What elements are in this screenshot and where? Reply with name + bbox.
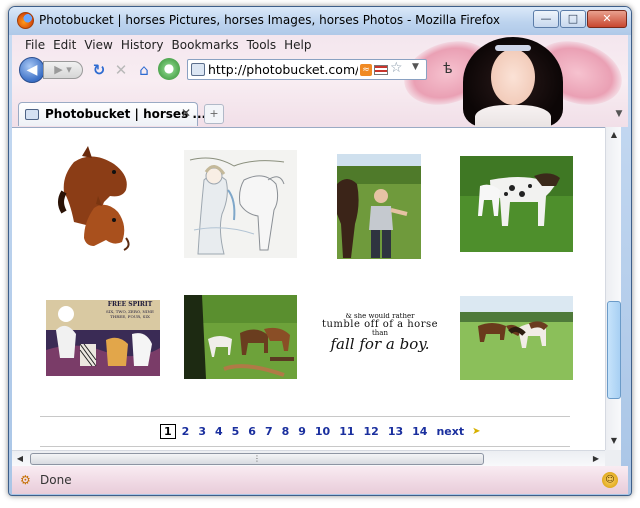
site-favicon-icon xyxy=(191,63,205,76)
horizontal-scrollbar[interactable]: ◀ ⋮ ▶ xyxy=(12,450,605,466)
forward-button[interactable]: ▶ ▾ xyxy=(43,61,83,79)
title-bar: Photobucket | horses Pictures, horses Im… xyxy=(9,7,631,35)
tab-strip: Photobucket | horses ... ✕ + ▼ xyxy=(12,99,628,127)
rss-icon[interactable]: ≈ xyxy=(360,64,372,76)
firefox-logo-icon xyxy=(17,12,34,29)
page-link-13[interactable]: 13 xyxy=(388,425,403,438)
back-button[interactable]: ◀ xyxy=(19,57,45,83)
url-dropdown-icon[interactable]: ▼ xyxy=(412,62,419,72)
tab-list-button[interactable]: ▼ xyxy=(612,105,626,123)
address-bar[interactable]: http://photobucket.com/image ≈ ☆ ▼ xyxy=(187,59,427,80)
face xyxy=(491,49,535,105)
poster-title: FREE SPIRIT xyxy=(107,301,153,308)
page-link-5[interactable]: 5 xyxy=(232,425,240,438)
next-page-link[interactable]: next xyxy=(436,425,464,438)
page-link-14[interactable]: 14 xyxy=(412,425,427,438)
divider-top xyxy=(40,416,570,417)
page-link-8[interactable]: 8 xyxy=(282,425,290,438)
url-text[interactable]: http://photobucket.com/image xyxy=(208,62,358,77)
window-title: Photobucket | horses Pictures, horses Im… xyxy=(39,13,501,27)
image-thumbnail-horse-heads[interactable] xyxy=(34,142,152,256)
appaloosa-horses-photo xyxy=(460,156,573,252)
window-controls: — □ ✕ xyxy=(533,10,627,28)
page-content: FREE SPIRIT SIX, TWO, ZERO, NINE THREE, … xyxy=(12,127,605,450)
poster-line2: THREE, FOUR, SIX xyxy=(110,314,150,319)
scroll-down-icon[interactable]: ▼ xyxy=(608,435,620,447)
tab-photobucket[interactable]: Photobucket | horses ... ✕ xyxy=(18,102,206,126)
status-addon-icon[interactable]: ☺ xyxy=(602,472,618,488)
tab-favicon-icon xyxy=(25,109,39,120)
forward-arrow-icon: ▶ ▾ xyxy=(54,63,72,76)
browser-window: Photobucket | horses Pictures, horses Im… xyxy=(8,6,632,496)
menu-bookmarks[interactable]: Bookmarks xyxy=(168,38,243,52)
page-current: 1 xyxy=(160,424,176,439)
flag-icon xyxy=(374,65,388,75)
minimize-button[interactable]: — xyxy=(533,10,559,28)
next-arrow-icon[interactable]: ➤ xyxy=(472,426,480,437)
plus-icon: + xyxy=(209,107,219,120)
reload-icon: ↻ xyxy=(92,61,106,79)
stop-button[interactable]: ✕ xyxy=(111,60,131,80)
navigation-toolbar: ◀ ▶ ▾ ↻ ✕ ⌂ ● http://photobucket.com/ima… xyxy=(19,57,453,87)
divider-bottom xyxy=(40,446,570,447)
scroll-left-icon[interactable]: ◀ xyxy=(14,453,26,465)
scrollbar-corner xyxy=(605,450,621,466)
menu-tools[interactable]: Tools xyxy=(243,38,281,52)
status-bar: ⚙ Done ☺ xyxy=(12,466,628,494)
grazing-horses-photo xyxy=(460,296,573,380)
close-button[interactable]: ✕ xyxy=(587,10,627,28)
menu-help[interactable]: Help xyxy=(280,38,315,52)
maximize-button[interactable]: □ xyxy=(560,10,586,28)
image-thumbnail-spotted-horses[interactable] xyxy=(460,156,573,252)
vertical-scroll-thumb[interactable] xyxy=(607,301,621,399)
back-arrow-icon: ◀ xyxy=(26,62,38,78)
menu-bar: File Edit View History Bookmarks Tools H… xyxy=(21,38,316,52)
pagination: 1 2 3 4 5 6 7 8 9 10 11 12 13 14 next ➤ xyxy=(160,424,481,439)
bookmark-star-icon[interactable]: ☆ xyxy=(390,60,403,76)
page-link-11[interactable]: 11 xyxy=(339,425,354,438)
boy-with-horse-photo xyxy=(337,154,421,259)
reload-button[interactable]: ↻ xyxy=(89,60,109,80)
image-thumbnail-princess-sketch[interactable] xyxy=(184,150,297,258)
page-link-6[interactable]: 6 xyxy=(248,425,256,438)
stop-icon: ✕ xyxy=(114,61,128,79)
horses-in-field-photo xyxy=(184,295,297,379)
vertical-scrollbar[interactable]: ▲ ▼ xyxy=(605,127,621,450)
image-thumbnail-horses-in-field[interactable] xyxy=(184,295,297,379)
menu-history[interactable]: History xyxy=(117,38,168,52)
page-link-3[interactable]: 3 xyxy=(198,425,206,438)
horizontal-scroll-thumb[interactable]: ⋮ xyxy=(30,453,484,465)
home-button[interactable]: ⌂ xyxy=(134,60,154,80)
page-link-9[interactable]: 9 xyxy=(298,425,306,438)
menu-view[interactable]: View xyxy=(80,38,116,52)
menu-edit[interactable]: Edit xyxy=(49,38,80,52)
addon-button[interactable]: ● xyxy=(158,58,180,80)
page-link-4[interactable]: 4 xyxy=(215,425,223,438)
quote-line4: fall for a boy. xyxy=(330,335,430,353)
page-link-7[interactable]: 7 xyxy=(265,425,273,438)
addon-icon: ● xyxy=(163,61,175,75)
page-link-10[interactable]: 10 xyxy=(315,425,330,438)
chevron-down-icon: ▼ xyxy=(615,109,623,119)
scroll-right-icon[interactable]: ▶ xyxy=(590,453,602,465)
image-thumbnail-quote[interactable]: & she would rather tumble off of a horse… xyxy=(318,313,442,365)
horse-painting xyxy=(34,142,152,256)
extension-icon[interactable]: ѣ xyxy=(439,61,457,79)
princess-horse-sketch xyxy=(184,150,297,258)
tab-close-icon[interactable]: ✕ xyxy=(181,106,191,120)
image-thumbnail-free-spirit-poster[interactable]: FREE SPIRIT SIX, TWO, ZERO, NINE THREE, … xyxy=(46,300,160,376)
home-icon: ⌂ xyxy=(139,61,149,79)
image-thumbnail-grazing-horses[interactable] xyxy=(460,296,573,380)
image-thumbnail-boy-with-horse[interactable] xyxy=(337,154,421,259)
activity-icon: ⚙ xyxy=(20,473,31,487)
page-link-2[interactable]: 2 xyxy=(182,425,190,438)
menu-file[interactable]: File xyxy=(21,38,49,52)
page-link-12[interactable]: 12 xyxy=(364,425,379,438)
status-text: Done xyxy=(40,473,72,487)
tiara xyxy=(495,45,531,51)
new-tab-button[interactable]: + xyxy=(204,104,224,124)
scroll-up-icon[interactable]: ▲ xyxy=(608,129,620,141)
